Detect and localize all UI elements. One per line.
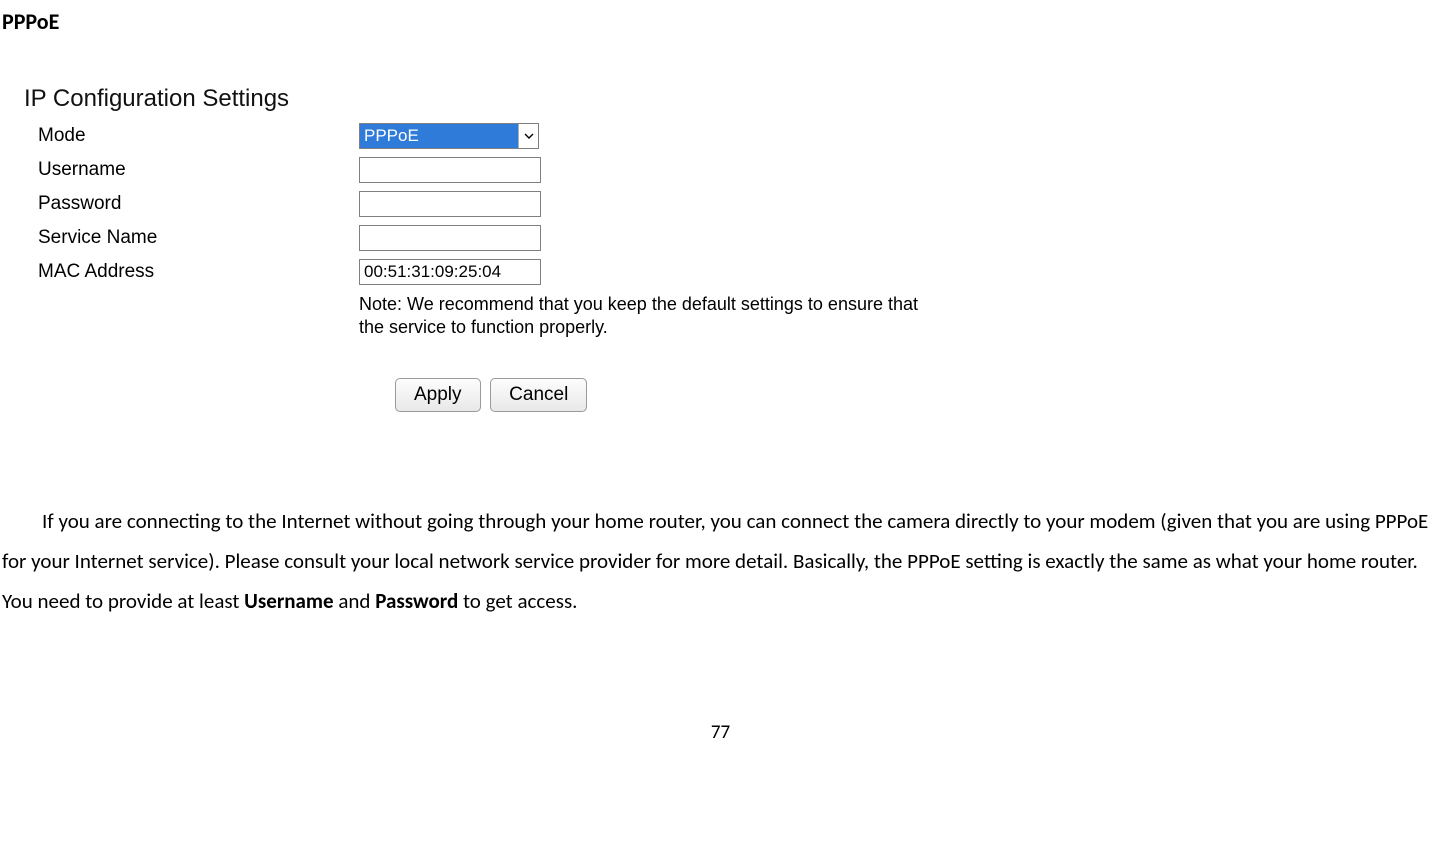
chevron-down-icon	[518, 124, 538, 148]
body-text-b: Username	[244, 588, 333, 614]
ip-config-panel: IP Configuration Settings Mode PPPoE Use…	[24, 85, 964, 412]
body-text-a: If you are connecting to the Internet wi…	[2, 508, 1428, 614]
button-row: Apply Cancel	[395, 378, 964, 412]
mode-select[interactable]: PPPoE	[359, 123, 539, 149]
row-username: Username	[24, 157, 964, 183]
note-text: Note: We recommend that you keep the def…	[359, 293, 929, 340]
label-username: Username	[24, 157, 359, 181]
username-input[interactable]	[359, 157, 541, 183]
row-mode: Mode PPPoE	[24, 123, 964, 149]
mode-select-value: PPPoE	[360, 124, 518, 148]
body-text-c: and	[334, 588, 376, 614]
label-service-name: Service Name	[24, 225, 359, 249]
label-mode: Mode	[24, 123, 359, 147]
password-input[interactable]	[359, 191, 541, 217]
label-password: Password	[24, 191, 359, 215]
apply-button[interactable]: Apply	[395, 378, 481, 412]
row-mac: MAC Address Note: We recommend that you …	[24, 259, 964, 340]
body-paragraph: If you are connecting to the Internet wi…	[2, 502, 1437, 622]
panel-heading: IP Configuration Settings	[24, 85, 964, 113]
body-text-e: to get access.	[458, 588, 577, 614]
mac-input[interactable]	[359, 259, 541, 285]
cancel-button[interactable]: Cancel	[490, 378, 587, 412]
body-text-d: Password	[375, 588, 458, 614]
page-number: 77	[0, 721, 1441, 744]
service-name-input[interactable]	[359, 225, 541, 251]
label-mac: MAC Address	[24, 259, 359, 283]
row-password: Password	[24, 191, 964, 217]
page-title: PPPoE	[2, 8, 1441, 35]
row-service-name: Service Name	[24, 225, 964, 251]
